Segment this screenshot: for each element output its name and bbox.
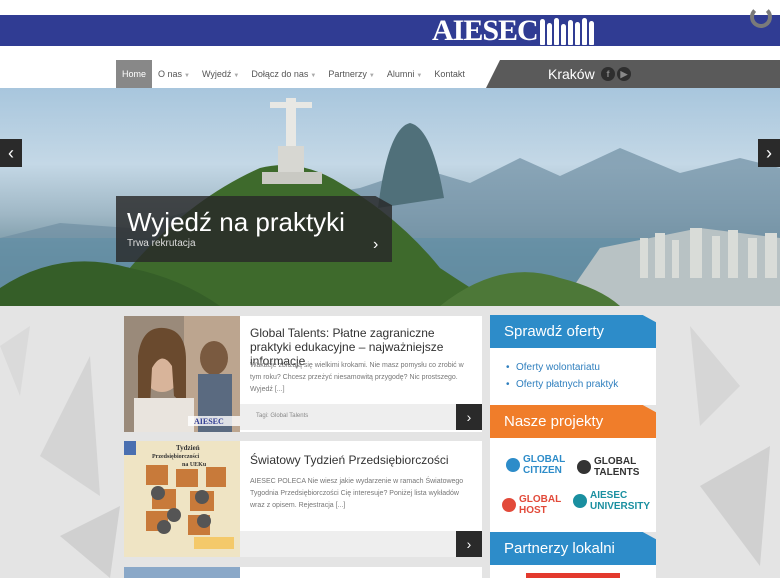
flower-icon	[573, 494, 587, 508]
city-panel	[486, 60, 780, 88]
nav-item-o-nas[interactable]: O nas ▼	[152, 60, 196, 88]
article-card: AIESEC Global Talents: Płatne zagraniczn…	[124, 316, 482, 432]
link-paid-internships[interactable]: Oferty płatnych praktyk	[516, 379, 618, 390]
project-line: TALENTS	[594, 467, 640, 478]
project-line: UNIVERSITY	[590, 501, 651, 512]
offers-heading: Sprawdź oferty	[490, 315, 656, 348]
offers-panel	[490, 348, 656, 405]
chevron-down-icon: ▼	[184, 73, 190, 79]
bullet: •	[506, 379, 510, 390]
article-title[interactable]: Światowy Tydzień Przedsiębiorczości	[250, 453, 460, 467]
youtube-icon[interactable]: ▶	[617, 67, 631, 81]
partner-logo[interactable]	[526, 573, 620, 578]
logo-figures-icon	[539, 17, 596, 45]
nav-item-wyjedz[interactable]: Wyjedź ▼	[196, 60, 245, 88]
chevron-down-icon: ▼	[233, 73, 240, 79]
project-line: GLOBAL	[594, 456, 637, 467]
chevron-right-icon[interactable]: ›	[758, 139, 780, 167]
article-thumbnail[interactable]: AIESEC	[124, 316, 240, 432]
house-icon	[502, 498, 516, 512]
partners-heading: Partnerzy lokalni	[490, 532, 656, 565]
chevron-right-icon[interactable]: ›	[456, 404, 482, 430]
globe-icon	[506, 458, 520, 472]
projects-heading: Nasze projekty	[490, 405, 656, 438]
hero-next-icon[interactable]: ›	[373, 236, 378, 254]
aiesec-logo[interactable]: AIESEC	[432, 15, 596, 46]
chevron-down-icon: ▼	[368, 73, 375, 79]
reload-icon[interactable]	[750, 6, 772, 28]
thumbnail-text: na UEKu	[182, 462, 207, 468]
thumbnail-logo-text: AIESEC	[194, 417, 224, 426]
chevron-right-icon[interactable]: ›	[456, 531, 482, 557]
nav-label: Home	[122, 69, 147, 79]
hero-subtitle: Trwa rekrutacja	[127, 238, 196, 249]
nav-label: O nas	[158, 69, 183, 79]
nav-item-alumni[interactable]: Alumni ▼	[381, 60, 428, 88]
project-line: HOST	[519, 505, 547, 516]
project-line: AIESEC	[590, 490, 628, 501]
global-host-logo[interactable]: GLOBAL HOST	[502, 494, 561, 516]
main-nav: Home O nas ▼ Wyjedź ▼ Dołącz do nas ▼ Partn…	[116, 60, 471, 88]
nav-item-kontakt[interactable]: Kontakt	[428, 60, 471, 88]
global-talents-logo[interactable]: GLOBAL TALENTS	[577, 456, 639, 478]
article-excerpt: AIESEC POLECA Nie wiesz jakie wydarzenie…	[250, 478, 464, 509]
partners-panel	[490, 565, 656, 578]
nav-label: Kontakt	[434, 69, 465, 79]
nav-item-dolacz[interactable]: Dołącz do nas ▼	[245, 60, 322, 88]
nav-label: Alumni	[386, 69, 415, 79]
city-name: Kraków	[548, 66, 595, 82]
nav-item-partnerzy[interactable]: Partnerzy ▼	[322, 60, 380, 88]
aiesec-university-logo[interactable]: AIESEC UNIVERSITY	[573, 490, 650, 512]
project-line: GLOBAL	[519, 494, 562, 505]
projects-panel	[490, 438, 656, 532]
nav-label: Wyjedź	[201, 69, 232, 79]
thumbnail-text: Przedsiębiorczości	[152, 454, 200, 460]
facebook-icon[interactable]: f	[601, 67, 615, 81]
bullet: •	[506, 362, 510, 373]
project-line: GLOBAL	[523, 454, 566, 465]
article-card	[124, 567, 482, 578]
logo-text: AIESEC	[432, 13, 539, 47]
article-thumbnail[interactable]: Tydzień Przedsiębiorczości na UEKu	[124, 441, 240, 557]
nav-label: Partnerzy	[328, 69, 367, 79]
project-line: CITIZEN	[523, 465, 562, 476]
nav-item-home[interactable]: Home	[116, 60, 153, 88]
article-excerpt: Wakacje zbliżają się wielkimi krokami. N…	[250, 362, 464, 393]
global-citizen-logo[interactable]: GLOBAL CITIZEN	[506, 454, 565, 476]
hero-title[interactable]: Wyjedź na praktyki	[127, 207, 345, 238]
chevron-down-icon: ▼	[310, 73, 317, 79]
chevron-left-icon[interactable]: ‹	[0, 139, 22, 167]
article-thumbnail[interactable]	[124, 567, 240, 578]
link-volunteer-offers[interactable]: Oferty wolontariatu	[516, 362, 600, 373]
globe-icon	[577, 460, 591, 474]
article-card: Tydzień Przedsiębiorczości na UEKu Świat…	[124, 441, 482, 557]
article-footer	[240, 531, 456, 557]
article-tags[interactable]: Tagi: Global Talents	[256, 413, 308, 419]
nav-label: Dołącz do nas	[251, 69, 309, 79]
chevron-down-icon: ▼	[416, 73, 423, 79]
thumbnail-text: Tydzień	[176, 444, 200, 452]
header-bar	[0, 15, 780, 46]
